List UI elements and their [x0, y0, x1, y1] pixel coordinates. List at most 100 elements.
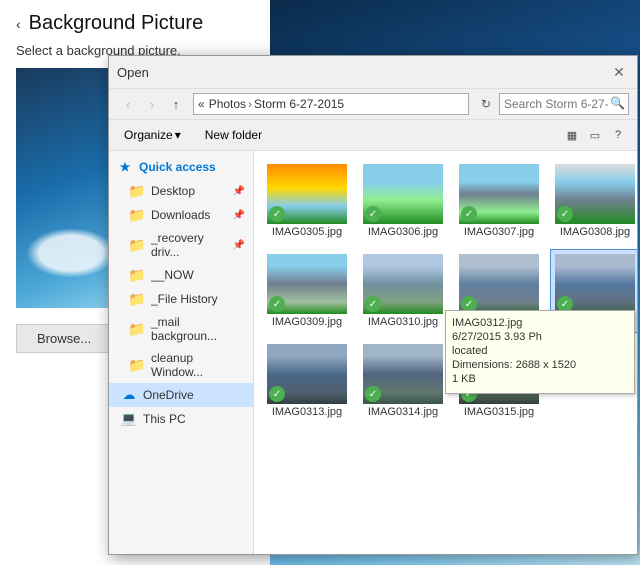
file-name-0308: IMAG0308.jpg: [560, 226, 630, 238]
file-thumb-0309: ✓: [267, 254, 347, 314]
file-name-0315: IMAG0315.jpg: [464, 406, 534, 418]
address-bar[interactable]: « Photos › Storm 6-27-2015: [193, 93, 469, 115]
thispc-icon: 💻: [121, 411, 137, 427]
file-item-0305[interactable]: ✓ IMAG0305.jpg: [262, 159, 352, 243]
bg-panel-title: Background Picture: [29, 12, 204, 35]
recovery-folder-icon: 📁: [129, 237, 145, 253]
tooltip-dimensions: Dimensions: 2688 x 1520: [452, 359, 628, 371]
browse-button[interactable]: Browse...: [16, 324, 112, 353]
view-columns-button[interactable]: ▭: [584, 124, 606, 146]
sidebar-item-downloads[interactable]: 📁 Downloads 📌: [109, 203, 253, 227]
tooltip-size: 1 KB: [452, 373, 628, 385]
view-details-button[interactable]: ▦: [561, 124, 583, 146]
file-info-tooltip: IMAG0312.jpg 6/27/2015 3.93 Ph located D…: [445, 310, 635, 394]
nav-back-button[interactable]: ‹: [117, 93, 139, 115]
file-name-0306: IMAG0306.jpg: [368, 226, 438, 238]
address-crumb-photos[interactable]: Photos: [209, 97, 246, 111]
address-crumb-storm[interactable]: Storm 6-27-2015: [254, 97, 344, 111]
organize-chevron-icon: ▾: [175, 128, 181, 142]
tooltip-name: IMAG0312.jpg: [452, 317, 628, 329]
dialog-sidebar: ★ Quick access 📁 Desktop 📌 📁 Downloads 📌…: [109, 151, 254, 554]
cleanup-label: cleanup Window...: [151, 351, 245, 379]
file-check-0307: ✓: [461, 206, 477, 222]
view-help-button[interactable]: ?: [607, 124, 629, 146]
file-item-0313[interactable]: ✓ IMAG0313.jpg: [262, 339, 352, 423]
file-thumb-0305: ✓: [267, 164, 347, 224]
file-check-0313: ✓: [269, 386, 285, 402]
file-name-0305: IMAG0305.jpg: [272, 226, 342, 238]
file-item-0306[interactable]: ✓ IMAG0306.jpg: [358, 159, 448, 243]
file-thumb-0306: ✓: [363, 164, 443, 224]
sidebar-item-onedrive[interactable]: ☁ OneDrive: [109, 383, 253, 407]
file-check-0309: ✓: [269, 296, 285, 312]
sidebar-item-desktop[interactable]: 📁 Desktop 📌: [109, 179, 253, 203]
file-thumb-0310: ✓: [363, 254, 443, 314]
pin-icon: 📌: [233, 186, 245, 197]
sidebar-item-cleanup[interactable]: 📁 cleanup Window...: [109, 347, 253, 383]
file-thumb-0307: ✓: [459, 164, 539, 224]
dialog-titlebar: Open ✕: [109, 56, 637, 89]
bg-panel-header: ‹ Background Picture: [0, 0, 270, 43]
clouds-decoration: [26, 228, 116, 278]
file-name-0307: IMAG0307.jpg: [464, 226, 534, 238]
file-item-0312[interactable]: ✓ IMAG0312.jpg IMAG0312.jpg 6/27/2015 3.…: [550, 249, 637, 333]
cleanup-folder-icon: 📁: [129, 357, 145, 373]
file-name-0314: IMAG0314.jpg: [368, 406, 438, 418]
history-folder-icon: 📁: [129, 291, 145, 307]
search-icon: 🔍: [610, 96, 625, 110]
file-check-0306: ✓: [365, 206, 381, 222]
dialog-nav-toolbar: ‹ › ↑ « Photos › Storm 6-27-2015 ↻ 🔍: [109, 89, 637, 120]
file-check-0310: ✓: [365, 296, 381, 312]
file-name-0310: IMAG0310.jpg: [368, 316, 438, 328]
sidebar-item-mail-bg[interactable]: 📁 _mail backgroun...: [109, 311, 253, 347]
desktop-folder-icon: 📁: [129, 183, 145, 199]
file-thumb-0314: ✓: [363, 344, 443, 404]
dialog-title: Open: [117, 65, 149, 80]
back-arrow-icon[interactable]: ‹: [16, 16, 21, 32]
quick-access-icon: ★: [117, 159, 133, 175]
sidebar-item-thispc[interactable]: 💻 This PC: [109, 407, 253, 431]
new-folder-button[interactable]: New folder: [196, 124, 271, 146]
mail-label: _mail backgroun...: [151, 315, 245, 343]
file-thumb-0312: ✓: [555, 254, 635, 314]
address-sep-2: ›: [248, 97, 252, 111]
file-item-0308[interactable]: ✓ IMAG0308.jpg: [550, 159, 637, 243]
nav-forward-button[interactable]: ›: [141, 93, 163, 115]
sidebar-item-quick-access[interactable]: ★ Quick access: [109, 155, 253, 179]
history-label: _File History: [151, 292, 218, 306]
file-open-dialog: Open ✕ ‹ › ↑ « Photos › Storm 6-27-2015 …: [108, 55, 638, 555]
tooltip-date: 6/27/2015 3.93 Ph: [452, 331, 628, 343]
pin-icon-3: 📌: [233, 240, 245, 251]
new-folder-label: New folder: [205, 128, 262, 142]
sidebar-item-now[interactable]: 📁 __NOW: [109, 263, 253, 287]
organize-button[interactable]: Organize ▾: [117, 124, 188, 146]
file-thumb-0308: ✓: [555, 164, 635, 224]
sidebar-item-recovery[interactable]: 📁 _recovery driv... 📌: [109, 227, 253, 263]
file-thumb-0313: ✓: [267, 344, 347, 404]
nav-up-button[interactable]: ↑: [165, 93, 187, 115]
file-check-0314: ✓: [365, 386, 381, 402]
sidebar-item-file-history[interactable]: 📁 _File History: [109, 287, 253, 311]
now-folder-icon: 📁: [129, 267, 145, 283]
file-item-0314[interactable]: ✓ IMAG0314.jpg: [358, 339, 448, 423]
file-item-0310[interactable]: ✓ IMAG0310.jpg: [358, 249, 448, 333]
dialog-close-button[interactable]: ✕: [609, 62, 629, 82]
refresh-button[interactable]: ↻: [475, 93, 497, 115]
file-check-0308: ✓: [557, 206, 573, 222]
search-wrapper: 🔍: [499, 93, 629, 115]
tooltip-location: located: [452, 345, 628, 357]
organize-label: Organize: [124, 128, 173, 142]
file-item-0307[interactable]: ✓ IMAG0307.jpg: [454, 159, 544, 243]
onedrive-label: OneDrive: [143, 388, 194, 402]
now-label: __NOW: [151, 268, 194, 282]
file-grid: ✓ IMAG0305.jpg ✓ IMAG0306.jpg ✓ IMAG0307…: [262, 159, 629, 423]
downloads-label: Downloads: [151, 208, 210, 222]
address-crumb-root[interactable]: «: [198, 97, 205, 111]
recovery-label: _recovery driv...: [151, 231, 227, 259]
desktop-label: Desktop: [151, 184, 195, 198]
file-item-0309[interactable]: ✓ IMAG0309.jpg: [262, 249, 352, 333]
file-name-0313: IMAG0313.jpg: [272, 406, 342, 418]
downloads-folder-icon: 📁: [129, 207, 145, 223]
dialog-actions-bar: Organize ▾ New folder ▦ ▭ ?: [109, 120, 637, 151]
file-thumb-0311: ✓: [459, 254, 539, 314]
